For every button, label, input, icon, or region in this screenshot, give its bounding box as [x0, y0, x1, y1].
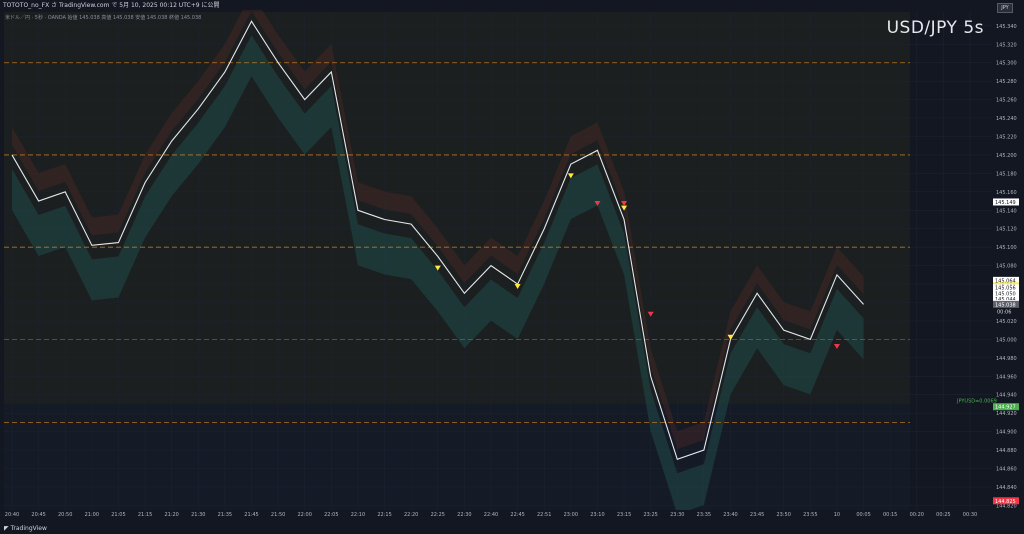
- time-tick-label: 21:35: [218, 512, 232, 518]
- time-tick-label: 23:45: [750, 512, 764, 518]
- future-area: [910, 12, 992, 510]
- price-tick-label: 144.860: [996, 467, 1017, 473]
- price-tick-label: 145.180: [996, 171, 1017, 177]
- price-tick-label: 145.260: [996, 98, 1017, 104]
- time-tick-label: 21:50: [271, 512, 285, 518]
- time-tick-label: 21:30: [191, 512, 205, 518]
- price-tick-label: 145.340: [996, 24, 1017, 30]
- time-tick-label: 23:15: [617, 512, 631, 518]
- footer: [0, 523, 1024, 534]
- price-tick-label: 145.300: [996, 61, 1017, 67]
- time-tick-label: 00:25: [936, 512, 950, 518]
- chart-title: USD/JPY 5s: [886, 18, 984, 38]
- time-tick-label: 22:30: [457, 512, 471, 518]
- time-tick-label: 23:30: [670, 512, 684, 518]
- price-tick-label: 144.960: [996, 374, 1017, 380]
- time-tick-label: 21:15: [138, 512, 152, 518]
- time-tick-label: 00:05: [856, 512, 870, 518]
- time-tick-label: 00:15: [883, 512, 897, 518]
- time-tick-label: 22:00: [298, 512, 312, 518]
- time-tick-label: 10: [834, 512, 840, 518]
- lower-zone: [4, 403, 910, 510]
- price-chart[interactable]: 145.340 145.320 145.300 145.280 145.260 145.2…: [0, 0, 1024, 534]
- brand-label: TradingView: [10, 525, 47, 532]
- price-tick-label: 145.240: [996, 116, 1017, 122]
- price-tick-label: 145.160: [996, 190, 1017, 196]
- tv-icon: ◤: [4, 525, 9, 532]
- time-tick-label: 22:20: [404, 512, 418, 518]
- publish-title: TOTOTO_no_FX さ TradingView.com で 5月 10, …: [3, 2, 220, 9]
- price-label: 144.825: [995, 499, 1016, 505]
- price-tick-label: 144.900: [996, 430, 1017, 436]
- price-tick-label: 145.000: [996, 337, 1017, 343]
- price-tick-label: 145.100: [996, 245, 1017, 251]
- time-tick-label: 23:10: [590, 512, 604, 518]
- currency-button[interactable]: JPY: [997, 3, 1013, 13]
- price-tick-label: 145.140: [996, 208, 1017, 214]
- time-tick-label: 22:45: [510, 512, 524, 518]
- time-tick-label: 23:50: [777, 512, 791, 518]
- time-tick-label: 23:00: [564, 512, 578, 518]
- price-tick-label: 145.020: [996, 319, 1017, 325]
- price-tick-label: 145.320: [996, 42, 1017, 48]
- price-tick-label: 144.980: [996, 356, 1017, 362]
- annotation-label: JPYUSD=0.0069: [956, 399, 997, 405]
- time-tick-label: 23:40: [723, 512, 737, 518]
- price-tick-label: 144.840: [996, 485, 1017, 491]
- time-tick-label: 22:40: [484, 512, 498, 518]
- price-label: 145.038: [995, 302, 1016, 308]
- price-tick-label: 145.200: [996, 153, 1017, 159]
- time-tick-label: 00:30: [963, 512, 977, 518]
- time-tick-label: 21:20: [164, 512, 178, 518]
- time-tick-label: 21:45: [244, 512, 258, 518]
- price-label: 144.927: [995, 405, 1016, 411]
- time-tick-label: 22:15: [377, 512, 391, 518]
- time-tick-label: 20:45: [31, 512, 45, 518]
- time-tick-label: 22:05: [324, 512, 338, 518]
- time-tick-label: 23:35: [697, 512, 711, 518]
- price-tick-label: 144.940: [996, 393, 1017, 399]
- price-tick-label: 145.220: [996, 135, 1017, 141]
- tradingview-logo[interactable]: ◤ TradingView: [4, 525, 47, 532]
- time-tick-label: 22:10: [351, 512, 365, 518]
- publish-header: TOTOTO_no_FX さ TradingView.com で 5月 10, …: [0, 0, 1024, 10]
- price-label: 145.149: [995, 200, 1016, 206]
- time-tick-label: 00:20: [910, 512, 924, 518]
- last-time-label: 00:06: [997, 309, 1011, 315]
- time-tick-label: 22:25: [431, 512, 445, 518]
- time-tick-label: 21:00: [85, 512, 99, 518]
- time-tick-label: 22:51: [537, 512, 551, 518]
- price-tick-label: 145.080: [996, 264, 1017, 270]
- price-tick-label: 144.880: [996, 448, 1017, 454]
- ohlc-legend: 米ドル／円 · 5秒 · OANDA 始値 145.038 高値 145.038…: [5, 15, 202, 21]
- time-tick-label: 21:05: [111, 512, 125, 518]
- price-tick-label: 144.920: [996, 411, 1017, 417]
- time-tick-label: 23:55: [803, 512, 817, 518]
- price-tick-label: 145.120: [996, 227, 1017, 233]
- time-tick-label: 23:25: [643, 512, 657, 518]
- time-tick-label: 20:40: [5, 512, 19, 518]
- price-tick-label: 145.280: [996, 79, 1017, 85]
- time-tick-label: 20:50: [58, 512, 72, 518]
